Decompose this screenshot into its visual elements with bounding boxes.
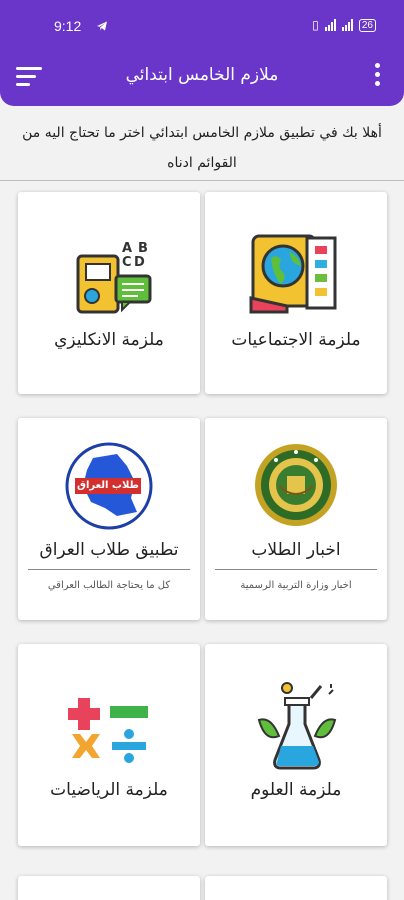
card-english-label: ملزمة الانكليزي	[54, 330, 164, 350]
telegram-icon	[97, 21, 107, 31]
card-iraq-divider	[28, 569, 190, 570]
card-math[interactable]: ملزمة الرياضيات	[18, 644, 200, 846]
battery-icon: 26	[358, 18, 376, 32]
english-book-icon: A B C D	[76, 241, 152, 314]
card-news-divider	[215, 569, 377, 570]
page-title: ملازم الخامس ابتدائي	[125, 65, 279, 85]
card-news-label: اخبار الطلاب	[251, 540, 341, 560]
signal-2-icon	[341, 19, 353, 31]
card-science[interactable]: ملزمة العلوم	[205, 644, 387, 846]
svg-text:A: A	[122, 241, 132, 256]
svg-text:B: B	[138, 241, 148, 256]
math-operators-icon	[68, 698, 148, 763]
card-english[interactable]: A B C D ملزمة الانكليزي	[18, 192, 200, 394]
card-partial-left[interactable]	[18, 876, 200, 900]
svg-text:D: D	[134, 255, 145, 270]
globe-book-icon	[249, 234, 337, 314]
app-bar: ملازم الخامس ابتدائي	[0, 52, 404, 106]
card-partial-right[interactable]	[205, 876, 387, 900]
iraq-students-logo-text: طلاب العراق	[77, 480, 139, 491]
card-iraq-label: تطبيق طلاب العراق	[39, 540, 179, 560]
welcome-text: أهلا بك في تطبيق ملازم الخامس ابتدائي اخ…	[22, 125, 382, 171]
card-iraq-subtitle: كل ما يحتاجة الطالب العراقي	[47, 580, 171, 591]
card-science-label: ملزمة العلوم	[250, 780, 342, 800]
signal-icon	[324, 19, 336, 31]
more-options-icon[interactable]	[374, 63, 382, 87]
card-social[interactable]: ملزمة الاجتماعيات	[205, 192, 387, 394]
status-icons: ▯ 26	[312, 18, 376, 32]
vibrate-icon: ▯	[312, 18, 319, 32]
status-time: 9:12	[54, 18, 82, 34]
card-news[interactable]: اخبار الطلاب اخبار وزارة التربية الرسمية	[205, 418, 387, 620]
ministry-seal-icon	[255, 444, 337, 526]
flask-leaves-icon	[257, 682, 337, 770]
card-math-label: ملزمة الرياضيات	[50, 780, 168, 800]
card-social-label: ملزمة الاجتماعيات	[231, 330, 361, 350]
status-bar: 9:12 ▯ 26	[0, 0, 404, 52]
svg-text:C: C	[122, 255, 132, 270]
divider	[0, 180, 404, 181]
card-news-subtitle: اخبار وزارة التربية الرسمية	[240, 580, 352, 591]
card-iraq-students[interactable]: طلاب العراق تطبيق طلاب العراق كل ما يحتا…	[18, 418, 200, 620]
